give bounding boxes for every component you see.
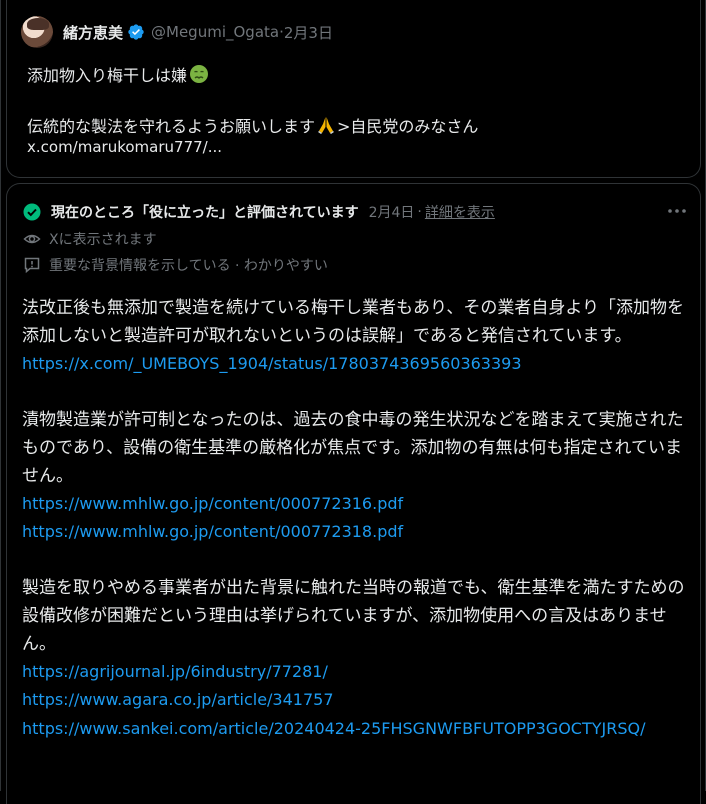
author-name[interactable]: 緒方恵美	[63, 22, 123, 43]
note-source-link-5[interactable]: https://www.agara.co.jp/article/341757	[22, 686, 687, 715]
eye-icon	[23, 234, 41, 244]
post-text: 伝統的な製法を守れるようお願いします	[27, 117, 316, 136]
post-text-line-2: 伝統的な製法を守れるようお願いします >自民党のみなさん	[27, 113, 478, 137]
more-options-icon[interactable]	[666, 204, 688, 218]
note-tags-text: 重要な背景情報を示している · わかりやすい	[49, 258, 328, 274]
note-source-link-3[interactable]: https://www.mhlw.go.jp/content/000772318…	[22, 518, 687, 547]
helpful-check-icon	[23, 203, 41, 221]
timeline-column: 緒方恵美 @Megumi_Ogata · 2月3日 添加物入り梅干しは嫌 伝統的…	[0, 0, 706, 804]
note-paragraph-2: 漬物製造業が許可制となったのは、過去の食中毒の発生状況などを踏まえて実施されたも…	[22, 409, 684, 486]
note-date: 2月4日	[368, 205, 415, 221]
note-visibility-row: Xに表示されます	[23, 229, 157, 249]
note-tags-row: 重要な背景情報を示している · わかりやすい	[23, 255, 328, 275]
post-date[interactable]: 2月3日	[284, 22, 333, 43]
post-text-line-1: 添加物入り梅干しは嫌	[27, 62, 209, 86]
note-source-link-6[interactable]: https://www.sankei.com/article/20240424-…	[22, 715, 687, 744]
avatar[interactable]	[21, 16, 53, 48]
note-status-title: 現在のところ「役に立った」と評価されています	[51, 205, 359, 221]
note-visibility-text: Xに表示されます	[49, 232, 157, 248]
quoted-post-header: 緒方恵美 @Megumi_Ogata · 2月3日	[21, 15, 333, 49]
note-header: 現在のところ「役に立った」と評価されています 2月4日 · 詳細を表示	[23, 202, 495, 222]
note-source-link-1[interactable]: https://x.com/_UMEBOYS_1904/status/17803…	[22, 350, 687, 379]
post-link[interactable]: x.com/marukomaru777/...	[27, 138, 222, 156]
note-separator: ·	[417, 204, 422, 220]
note-source-link-4[interactable]: https://agrijournal.jp/6industry/77281/	[22, 658, 687, 687]
note-source-link-2[interactable]: https://www.mhlw.go.jp/content/000772316…	[22, 490, 687, 519]
show-details-link[interactable]: 詳細を表示	[425, 202, 495, 222]
verified-badge-icon	[128, 24, 144, 40]
community-note: 現在のところ「役に立った」と評価されています 2月4日 · 詳細を表示 Xに表示…	[6, 183, 701, 804]
note-paragraph-3: 製造を取りやめる事業者が出た背景に触れた当時の報道でも、衛生基準を満たすための設…	[22, 577, 685, 654]
note-paragraph-1: 法改正後も無添加で製造を続けている梅干し業者もあり、その業者自身より「添加物を添…	[22, 298, 684, 346]
note-body: 法改正後も無添加で製造を続けている梅干し業者もあり、その業者自身より「添加物を添…	[22, 294, 687, 743]
nauseated-face-icon	[190, 65, 209, 83]
post-text: 添加物入り梅干しは嫌	[27, 66, 188, 85]
post-text-suffix: >自民党のみなさん	[337, 117, 479, 136]
author-handle[interactable]: @Megumi_Ogata	[151, 23, 279, 41]
folded-hands-icon	[318, 117, 335, 134]
quoted-post[interactable]: 緒方恵美 @Megumi_Ogata · 2月3日 添加物入り梅干しは嫌 伝統的…	[6, 0, 701, 178]
comment-alert-icon	[24, 257, 40, 274]
